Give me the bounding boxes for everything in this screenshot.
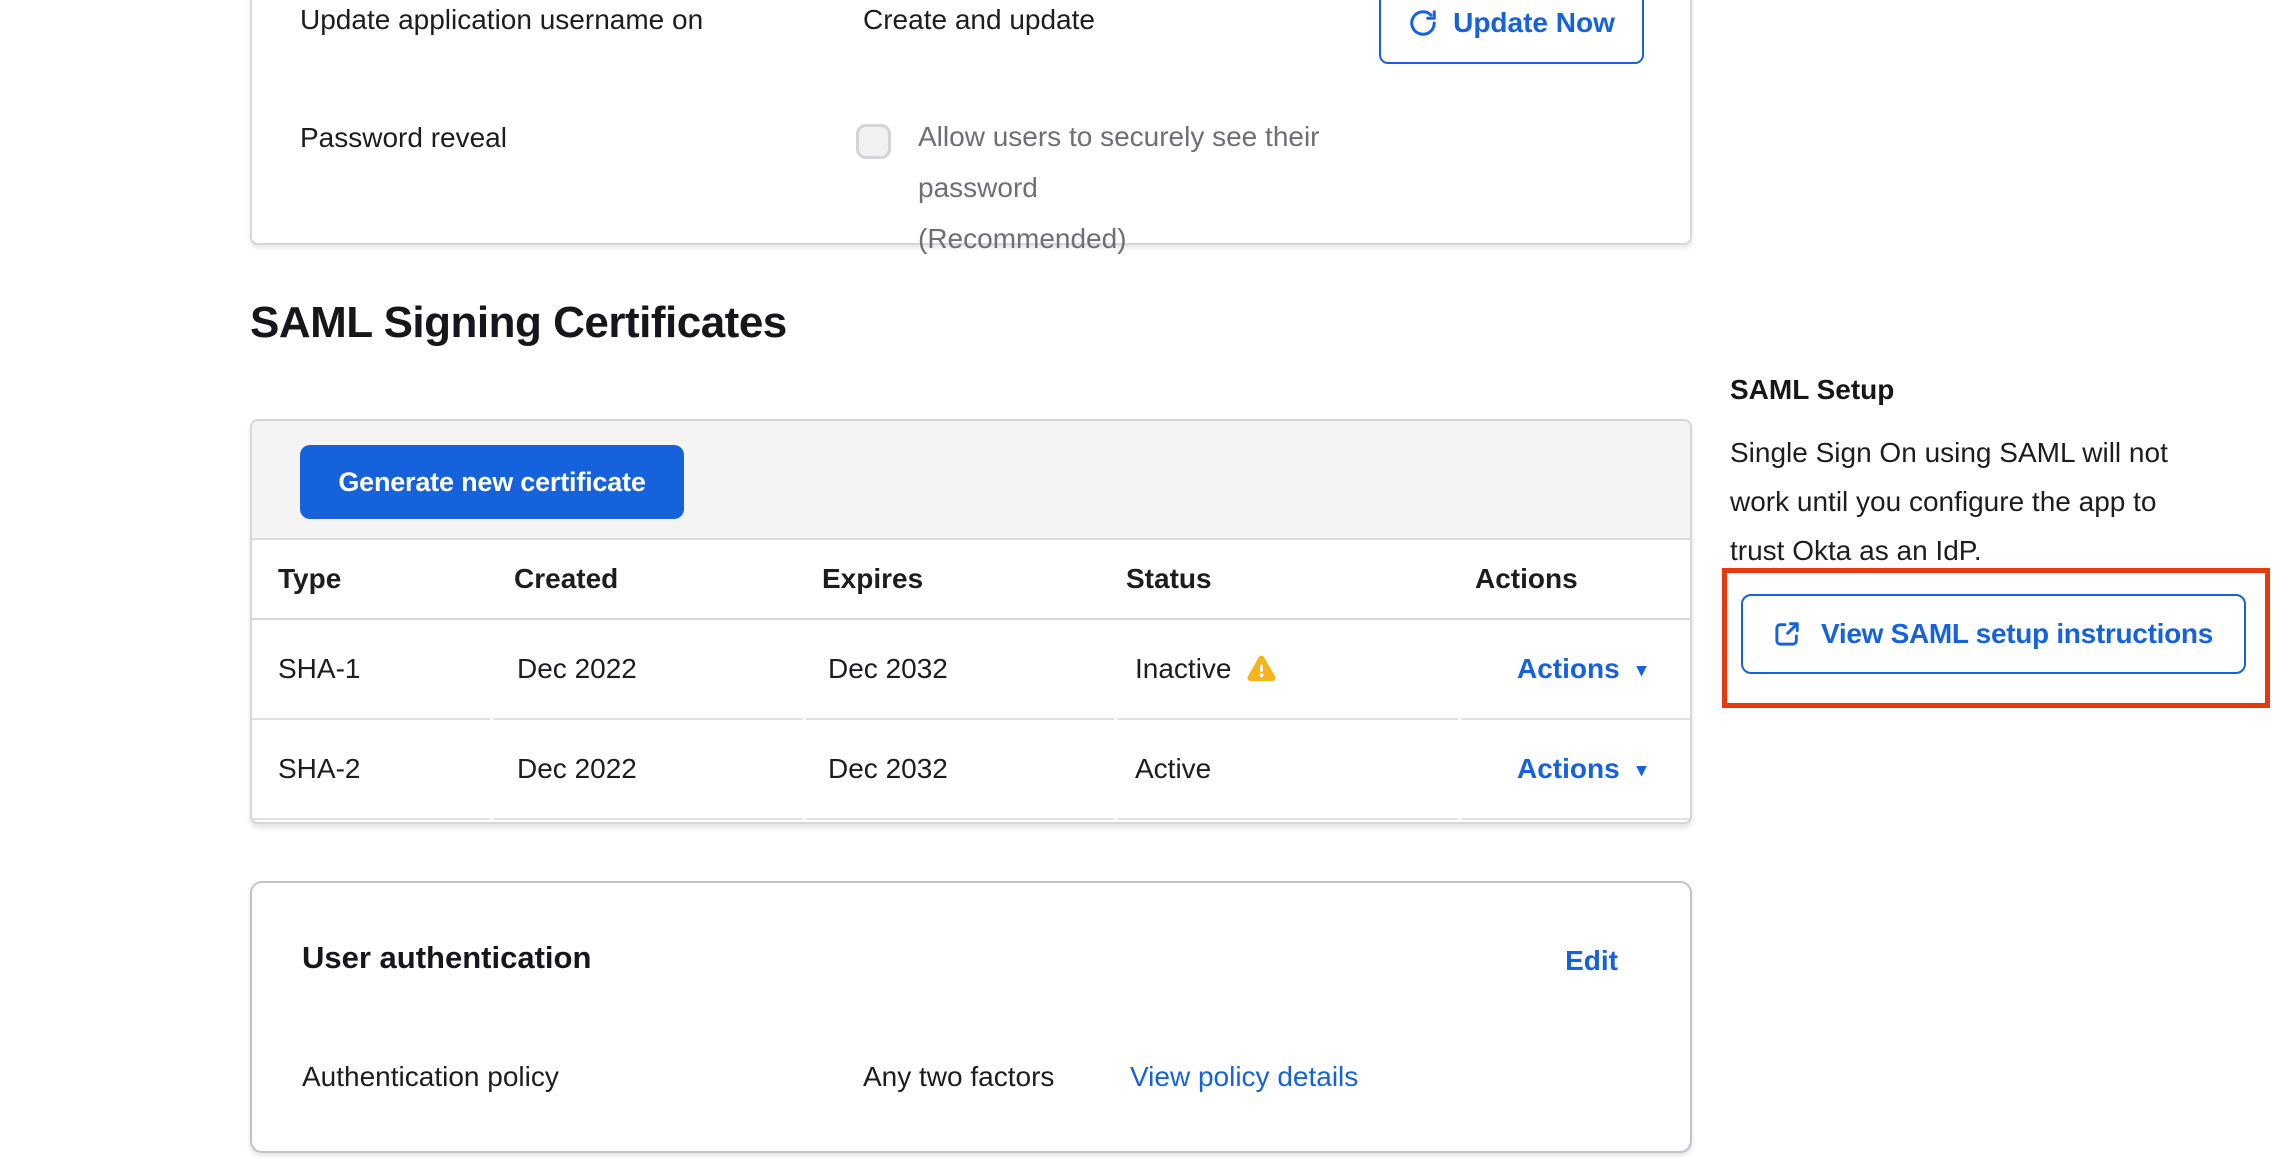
- cert-type: SHA-1: [252, 620, 490, 720]
- warning-triangle-icon: [1246, 654, 1277, 685]
- cert-actions-cell: Actions ▾: [1461, 720, 1690, 820]
- password-reveal-checkbox[interactable]: [856, 124, 891, 159]
- view-policy-details-link[interactable]: View policy details: [1130, 1061, 1358, 1093]
- col-header-status: Status: [1108, 563, 1449, 595]
- col-header-expires: Expires: [800, 563, 1108, 595]
- update-username-value: Create and update: [863, 4, 1095, 36]
- view-saml-setup-instructions-button[interactable]: View SAML setup instructions: [1741, 594, 2246, 674]
- okta-app-settings-page: Update application username on Create an…: [0, 0, 2279, 1158]
- sign-on-settings-card: Update application username on Create an…: [250, 0, 1692, 245]
- actions-dropdown-trigger[interactable]: Actions ▾: [1517, 753, 1646, 785]
- col-header-actions: Actions: [1449, 563, 1690, 595]
- cert-expires: Dec 2032: [806, 720, 1114, 820]
- cert-actions-cell: Actions ▾: [1461, 620, 1690, 720]
- refresh-icon: [1408, 8, 1438, 38]
- update-now-button[interactable]: Update Now: [1379, 0, 1644, 64]
- generate-new-certificate-button[interactable]: Generate new certificate: [300, 445, 684, 519]
- cert-expires: Dec 2032: [806, 620, 1114, 720]
- external-link-icon: [1771, 618, 1803, 650]
- cert-status: Inactive: [1117, 620, 1458, 720]
- caret-down-icon: ▾: [1637, 659, 1647, 682]
- col-header-created: Created: [490, 563, 800, 595]
- table-row: SHA-1 Dec 2022 Dec 2032 Inactive Actions…: [252, 620, 1690, 720]
- cert-created: Dec 2022: [493, 720, 803, 820]
- password-reveal-checkbox-label: Allow users to securely see their passwo…: [918, 111, 1438, 264]
- password-reveal-label: Password reveal: [300, 122, 507, 154]
- authentication-policy-value: Any two factors: [863, 1061, 1054, 1093]
- certificates-table-header-row: Type Created Expires Status Actions: [252, 540, 1690, 620]
- actions-dropdown-trigger[interactable]: Actions ▾: [1517, 653, 1646, 685]
- edit-link[interactable]: Edit: [1565, 945, 1618, 977]
- authentication-policy-label: Authentication policy: [302, 1061, 559, 1093]
- saml-certificates-card: Generate new certificate Type Created Ex…: [250, 419, 1692, 824]
- col-header-type: Type: [252, 563, 490, 595]
- user-authentication-heading: User authentication: [302, 940, 591, 976]
- update-now-label: Update Now: [1453, 7, 1615, 39]
- saml-setup-heading: SAML Setup: [1730, 374, 1894, 406]
- cert-status: Active: [1117, 720, 1458, 820]
- table-row: SHA-2 Dec 2022 Dec 2032 Active Actions ▾: [252, 720, 1690, 820]
- view-saml-setup-instructions-label: View SAML setup instructions: [1821, 618, 2213, 650]
- cert-type: SHA-2: [252, 720, 490, 820]
- page-title: SAML Signing Certificates: [250, 298, 787, 348]
- cert-created: Dec 2022: [493, 620, 803, 720]
- update-username-label: Update application username on: [300, 4, 703, 36]
- user-authentication-card: User authentication Edit Authentication …: [250, 881, 1692, 1153]
- certificates-card-header: Generate new certificate: [252, 421, 1690, 540]
- caret-down-icon: ▾: [1637, 759, 1647, 782]
- saml-setup-description: Single Sign On using SAML will not work …: [1730, 428, 2279, 575]
